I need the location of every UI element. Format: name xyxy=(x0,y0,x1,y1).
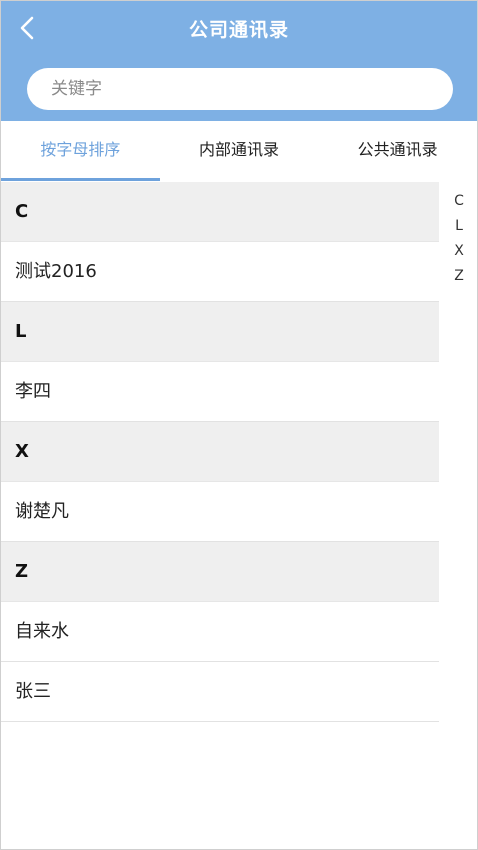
contact-row[interactable]: 测试2016 xyxy=(1,242,439,302)
search-input[interactable] xyxy=(27,68,453,110)
tab-internal-directory[interactable]: 内部通讯录 xyxy=(160,121,319,181)
tab-label: 公共通讯录 xyxy=(357,140,438,159)
app-screen: 公司通讯录 按字母排序 内部通讯录 公共通讯录 C 测试2016 L 李四 X … xyxy=(0,0,478,850)
tab-alphabetical[interactable]: 按字母排序 xyxy=(1,121,160,181)
header-bar: 公司通讯录 xyxy=(1,1,477,121)
index-letter-l[interactable]: L xyxy=(447,214,471,239)
group-header-l: L xyxy=(1,302,439,362)
contact-row[interactable]: 自来水 xyxy=(1,602,439,662)
contact-row[interactable]: 张三 xyxy=(1,662,439,722)
index-letter-z[interactable]: Z xyxy=(447,264,471,289)
index-letter-x[interactable]: X xyxy=(447,239,471,264)
index-letter-c[interactable]: C xyxy=(447,189,471,214)
tab-public-directory[interactable]: 公共通讯录 xyxy=(318,121,477,181)
contact-row[interactable]: 李四 xyxy=(1,362,439,422)
group-header-x: X xyxy=(1,422,439,482)
page-title: 公司通讯录 xyxy=(188,19,289,41)
group-header-z: Z xyxy=(1,542,439,602)
alphabet-index-bar: C L X Z xyxy=(447,189,471,289)
tab-label: 按字母排序 xyxy=(40,140,121,159)
contact-list: C 测试2016 L 李四 X 谢楚凡 Z 自来水 张三 xyxy=(1,182,439,722)
group-header-c: C xyxy=(1,182,439,242)
tab-bar: 按字母排序 内部通讯录 公共通讯录 xyxy=(1,121,477,181)
active-tab-indicator xyxy=(1,178,160,181)
contact-row[interactable]: 谢楚凡 xyxy=(1,482,439,542)
tab-label: 内部通讯录 xyxy=(199,140,280,159)
